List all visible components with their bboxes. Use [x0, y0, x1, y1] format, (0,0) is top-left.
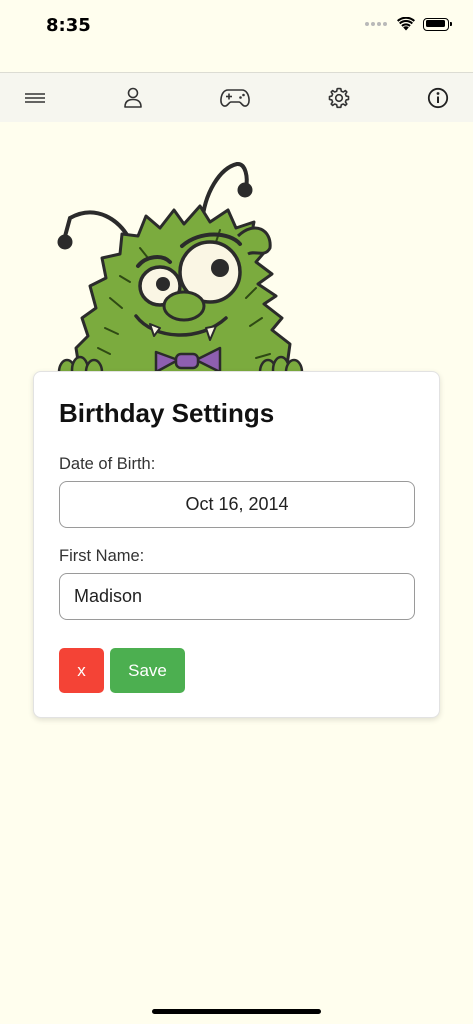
wifi-icon	[397, 17, 415, 31]
first-name-label: First Name:	[59, 547, 145, 565]
info-button[interactable]	[418, 73, 458, 123]
card-title: Birthday Settings	[59, 398, 275, 428]
settings-button[interactable]	[319, 73, 359, 123]
top-toolbar	[0, 72, 473, 122]
status-bar: 8:35	[0, 0, 473, 60]
date-of-birth-picker[interactable]: Oct 16, 2014	[59, 481, 415, 528]
first-name-input[interactable]	[59, 573, 415, 620]
user-icon	[124, 87, 142, 108]
gear-icon	[328, 87, 350, 109]
signal-icon	[365, 22, 387, 26]
battery-icon	[423, 17, 452, 31]
profile-button[interactable]	[113, 73, 153, 123]
dob-label: Date of Birth:	[59, 455, 156, 473]
cancel-button[interactable]: x	[59, 648, 104, 693]
save-button[interactable]: Save	[110, 648, 185, 693]
birthday-settings-card: Birthday Settings Date of Birth: Oct 16,…	[33, 371, 440, 718]
date-of-birth-value: Oct 16, 2014	[185, 494, 289, 514]
status-icons	[365, 17, 452, 31]
menu-icon	[25, 93, 45, 103]
gamepad-icon	[220, 89, 250, 107]
status-time: 8:35	[46, 15, 91, 36]
info-icon	[427, 87, 449, 109]
games-button[interactable]	[215, 73, 255, 123]
green-monster-mascot	[57, 162, 304, 386]
menu-button[interactable]	[15, 73, 55, 123]
home-indicator	[152, 1009, 321, 1014]
